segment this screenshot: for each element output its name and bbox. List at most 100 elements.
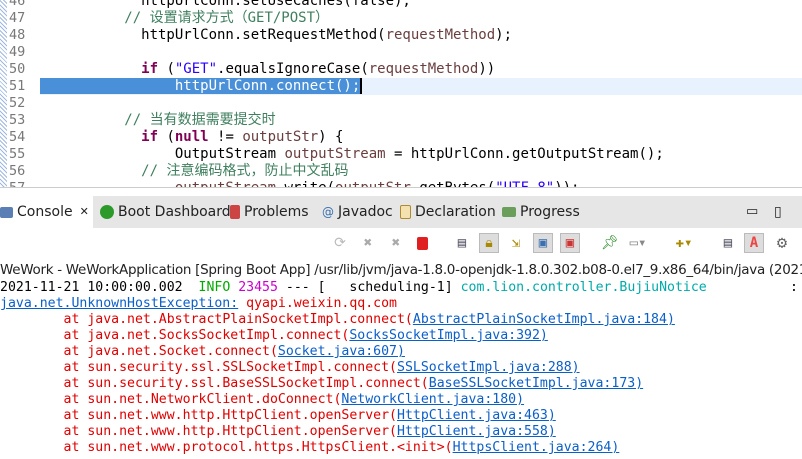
tab-label: Console [17, 204, 73, 220]
code-line[interactable]: // 设置请求方式（GET/POST） [40, 10, 802, 27]
ansi-color-icon[interactable]: A [744, 233, 764, 253]
tab-label: Declaration [415, 204, 496, 220]
tab-problems[interactable]: Problems [230, 196, 309, 228]
log-thread: scheduling-1] [333, 280, 453, 295]
declaration-icon [400, 205, 411, 219]
stack-frame: at sun.net.NetworkClient.doConnect(Netwo… [0, 392, 525, 408]
frame-text: at sun.security.ssl.SSLSocketImpl.connec… [63, 360, 397, 375]
frame-source-link[interactable]: SocksSocketImpl.java:392) [349, 328, 548, 343]
terminate-icon[interactable] [412, 233, 432, 253]
tab-label: Progress [520, 204, 580, 220]
line-number: 56 [9, 163, 26, 179]
code-line[interactable]: // 当有数据需要提交时 [40, 112, 802, 129]
code-line[interactable]: // 注意编码格式，防止中文乱码 [40, 163, 802, 180]
tab-progress[interactable]: Progress [502, 196, 580, 228]
code-line[interactable]: if ("GET".equalsIgnoreCase(requestMethod… [40, 61, 802, 78]
tab-console[interactable]: Console ✕ [0, 196, 93, 228]
tab-javadoc[interactable]: @ Javadoc [322, 196, 393, 228]
stack-frame: at sun.net.www.protocol.https.HttpsClien… [0, 440, 620, 456]
line-number: 48 [9, 27, 26, 43]
log-line: 2021-11-21 10:00:00.002 INFO 23455 --- [… [0, 280, 798, 296]
relaunch-icon[interactable]: ⟳ [330, 233, 350, 253]
line-number: 47 [9, 10, 26, 26]
log-sep: --- [ [285, 280, 326, 295]
frame-source-link[interactable]: SSLSocketImpl.java:288) [397, 360, 580, 375]
code-line[interactable]: if (null != outputStr) { [40, 129, 802, 146]
stack-frame: at sun.net.www.http.HttpClient.openServe… [0, 424, 556, 440]
problems-icon [230, 205, 240, 219]
scroll-lock-icon[interactable]: 🔒︎ [479, 233, 499, 253]
line-number: 54 [9, 129, 26, 145]
line-number: 53 [9, 112, 26, 128]
clear-console-icon[interactable]: ▤ [452, 233, 472, 253]
frame-source-link[interactable]: HttpClient.java:463) [397, 408, 556, 423]
remove-launch-icon[interactable]: ✖ [358, 233, 378, 253]
frame-source-link[interactable]: BaseSSLSocketImpl.java:173) [429, 376, 643, 391]
open-console-icon[interactable]: ✚▾ [674, 233, 694, 253]
word-wrap-icon[interactable]: ⇲ [506, 233, 526, 253]
close-icon[interactable]: ✕ [80, 197, 89, 227]
stack-frame: at sun.security.ssl.BaseSSLSocketImpl.co… [0, 376, 644, 392]
text-caret [360, 78, 363, 94]
show-on-stderr-icon[interactable]: ▣ [560, 233, 580, 253]
spring-boot-icon [100, 205, 114, 219]
stack-frame: at java.net.Socket.connect(Socket.java:6… [0, 344, 405, 360]
progress-icon [502, 207, 516, 217]
console-toolbar: ⟳ ✖ ✖ ▤ 🔒︎ ⇲ ▣ ▣ 📌︎ ▭▾ ✚▾ ▤ A ⚙ [0, 228, 802, 258]
log-time: 2021-11-21 10:00:00.002 [0, 280, 183, 295]
line-number: 51 [9, 78, 26, 94]
tab-declaration[interactable]: Declaration [400, 196, 496, 228]
code-line[interactable]: OutputStream outputStream = httpUrlConn.… [40, 146, 802, 163]
tab-label: Boot Dashboard [118, 204, 231, 220]
tab-label: Problems [244, 204, 309, 220]
code-line[interactable] [40, 95, 802, 112]
frame-text: at sun.net.www.http.HttpClient.openServe… [63, 424, 397, 439]
code-line[interactable]: httpUrlConn.setRequestMethod(requestMeth… [40, 27, 802, 44]
copy-icon[interactable]: ▤ [718, 233, 738, 253]
line-number: 52 [9, 95, 26, 111]
line-number: 55 [9, 146, 26, 162]
log-logger: com.lion.controller.BujiuNotice [460, 280, 707, 295]
console-output[interactable]: 2021-11-21 10:00:00.002 INFO 23455 --- [… [0, 280, 802, 459]
frame-source-link[interactable]: NetworkClient.java:180) [341, 392, 524, 407]
frame-source-link[interactable]: HttpClient.java:558) [397, 424, 556, 439]
minimize-button[interactable]: ▭ [746, 196, 758, 228]
selected-code-line[interactable]: httpUrlConn.connect(); [40, 78, 802, 95]
view-tab-bar: Console ✕ Boot Dashboard Problems @ Javad… [0, 196, 802, 228]
log-colon: : [790, 280, 798, 295]
line-number: 50 [9, 61, 26, 77]
frame-source-link[interactable]: Socket.java:607) [278, 344, 405, 359]
code-editor[interactable]: 46 httpUrlConn.setUseCaches(false); 47 //… [0, 0, 802, 188]
frame-text: at sun.net.www.protocol.https.HttpsClien… [63, 440, 453, 455]
at-icon: @ [322, 205, 334, 219]
gear-icon[interactable]: ⚙ [772, 233, 792, 253]
line-number: 49 [9, 44, 26, 60]
code-line[interactable] [40, 44, 802, 61]
console-icon [0, 206, 13, 218]
frame-text: at java.net.SocksSocketImpl.connect( [63, 328, 350, 343]
log-pid: 23455 [238, 280, 278, 295]
frame-text: at sun.net.www.http.HttpClient.openServe… [63, 408, 397, 423]
frame-source-link[interactable]: HttpsClient.java:264) [453, 440, 620, 455]
frame-text: at sun.net.NetworkClient.doConnect( [63, 392, 342, 407]
exception-line: java.net.UnknownHostException: qyapi.wei… [0, 296, 397, 312]
frame-source-link[interactable]: AbstractPlainSocketImpl.java:184) [413, 312, 675, 327]
code-line[interactable]: httpUrlConn.setUseCaches(false); [40, 0, 802, 10]
tab-label: Javadoc [338, 204, 393, 220]
exception-link[interactable]: java.net.UnknownHostException: [0, 296, 238, 311]
stack-frame: at java.net.SocksSocketImpl.connect(Sock… [0, 328, 548, 344]
pin-console-icon[interactable]: 📌︎ [600, 233, 620, 253]
frame-text: at java.net.Socket.connect( [63, 344, 278, 359]
process-label: WeWork - WeWorkApplication [Spring Boot … [0, 262, 802, 278]
display-console-icon[interactable]: ▭▾ [628, 233, 648, 253]
maximize-button[interactable]: ▯ [774, 196, 782, 228]
remove-all-icon[interactable]: ✖ [386, 233, 406, 253]
code-line[interactable]: outputStream.write(outputStr.getBytes("U… [40, 180, 802, 187]
overview-ruler [0, 0, 7, 187]
log-level: INFO [198, 280, 231, 295]
frame-text: at java.net.AbstractPlainSocketImpl.conn… [63, 312, 413, 327]
line-number: 57 [9, 180, 26, 188]
show-on-stdout-icon[interactable]: ▣ [533, 233, 553, 253]
tab-boot-dashboard[interactable]: Boot Dashboard [100, 196, 231, 228]
exception-message: qyapi.weixin.qq.com [238, 296, 397, 311]
